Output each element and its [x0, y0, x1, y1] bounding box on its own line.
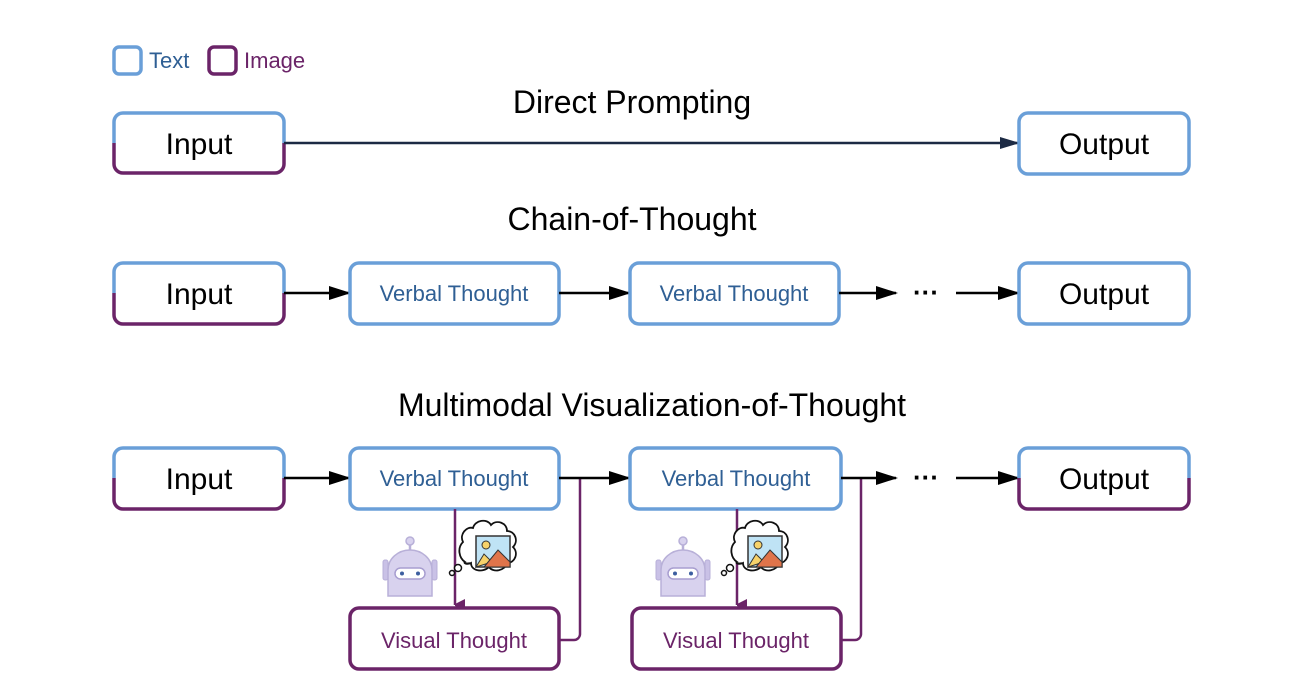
legend-image-swatch	[207, 45, 238, 76]
mvot-section: Multimodal Visualization-of-Thought Inpu…	[112, 387, 1191, 671]
visual-return-line	[559, 478, 582, 642]
verbal-thought-box: Verbal Thought	[628, 446, 843, 511]
verbal-thought-label: Verbal Thought	[380, 466, 529, 491]
verbal-thought-label: Verbal Thought	[660, 281, 809, 306]
section-title: Direct Prompting	[513, 84, 751, 120]
output-box: Output	[1017, 261, 1191, 326]
verbal-thought-box: Verbal Thought	[348, 446, 561, 511]
visual-thought-box: Visual Thought	[348, 606, 561, 671]
verbal-thought-label: Verbal Thought	[380, 281, 529, 306]
input-box: Input	[112, 111, 286, 175]
ellipsis: ···	[913, 277, 939, 307]
direct-prompting-section: Direct Prompting Input Output	[112, 84, 1191, 176]
diagram: Text Image Direct Prompting Input Output…	[112, 45, 1191, 671]
output-label: Output	[1059, 463, 1150, 496]
output-label: Output	[1059, 128, 1150, 161]
output-box: Output	[1017, 111, 1191, 176]
legend-image-label: Image	[244, 48, 305, 73]
input-label: Input	[166, 128, 233, 161]
input-label: Input	[166, 463, 233, 496]
section-title: Chain-of-Thought	[507, 201, 756, 237]
verbal-thought-box: Verbal Thought	[348, 261, 561, 326]
chain-of-thought-section: Chain-of-Thought Input Verbal Thought Ve…	[112, 201, 1191, 326]
legend: Text Image	[112, 45, 305, 76]
thought-bubble-image-icon	[720, 519, 789, 577]
visual-thought-box: Visual Thought	[630, 606, 843, 671]
ellipsis: ···	[913, 462, 939, 492]
thought-bubble-image-icon	[448, 519, 517, 577]
verbal-thought-label: Verbal Thought	[662, 466, 811, 491]
legend-text-swatch	[112, 45, 143, 76]
visual-return-line	[841, 478, 863, 642]
output-box: Output	[1017, 446, 1191, 511]
section-title: Multimodal Visualization-of-Thought	[398, 387, 906, 423]
verbal-thought-box: Verbal Thought	[628, 261, 841, 326]
input-label: Input	[166, 278, 233, 311]
visual-thought-label: Visual Thought	[663, 628, 809, 653]
output-label: Output	[1059, 278, 1150, 311]
input-box: Input	[112, 446, 286, 511]
input-box: Input	[112, 261, 286, 326]
legend-text-label: Text	[149, 48, 189, 73]
robot-icon	[655, 536, 711, 597]
visual-thought-label: Visual Thought	[381, 628, 527, 653]
robot-icon	[382, 536, 438, 597]
